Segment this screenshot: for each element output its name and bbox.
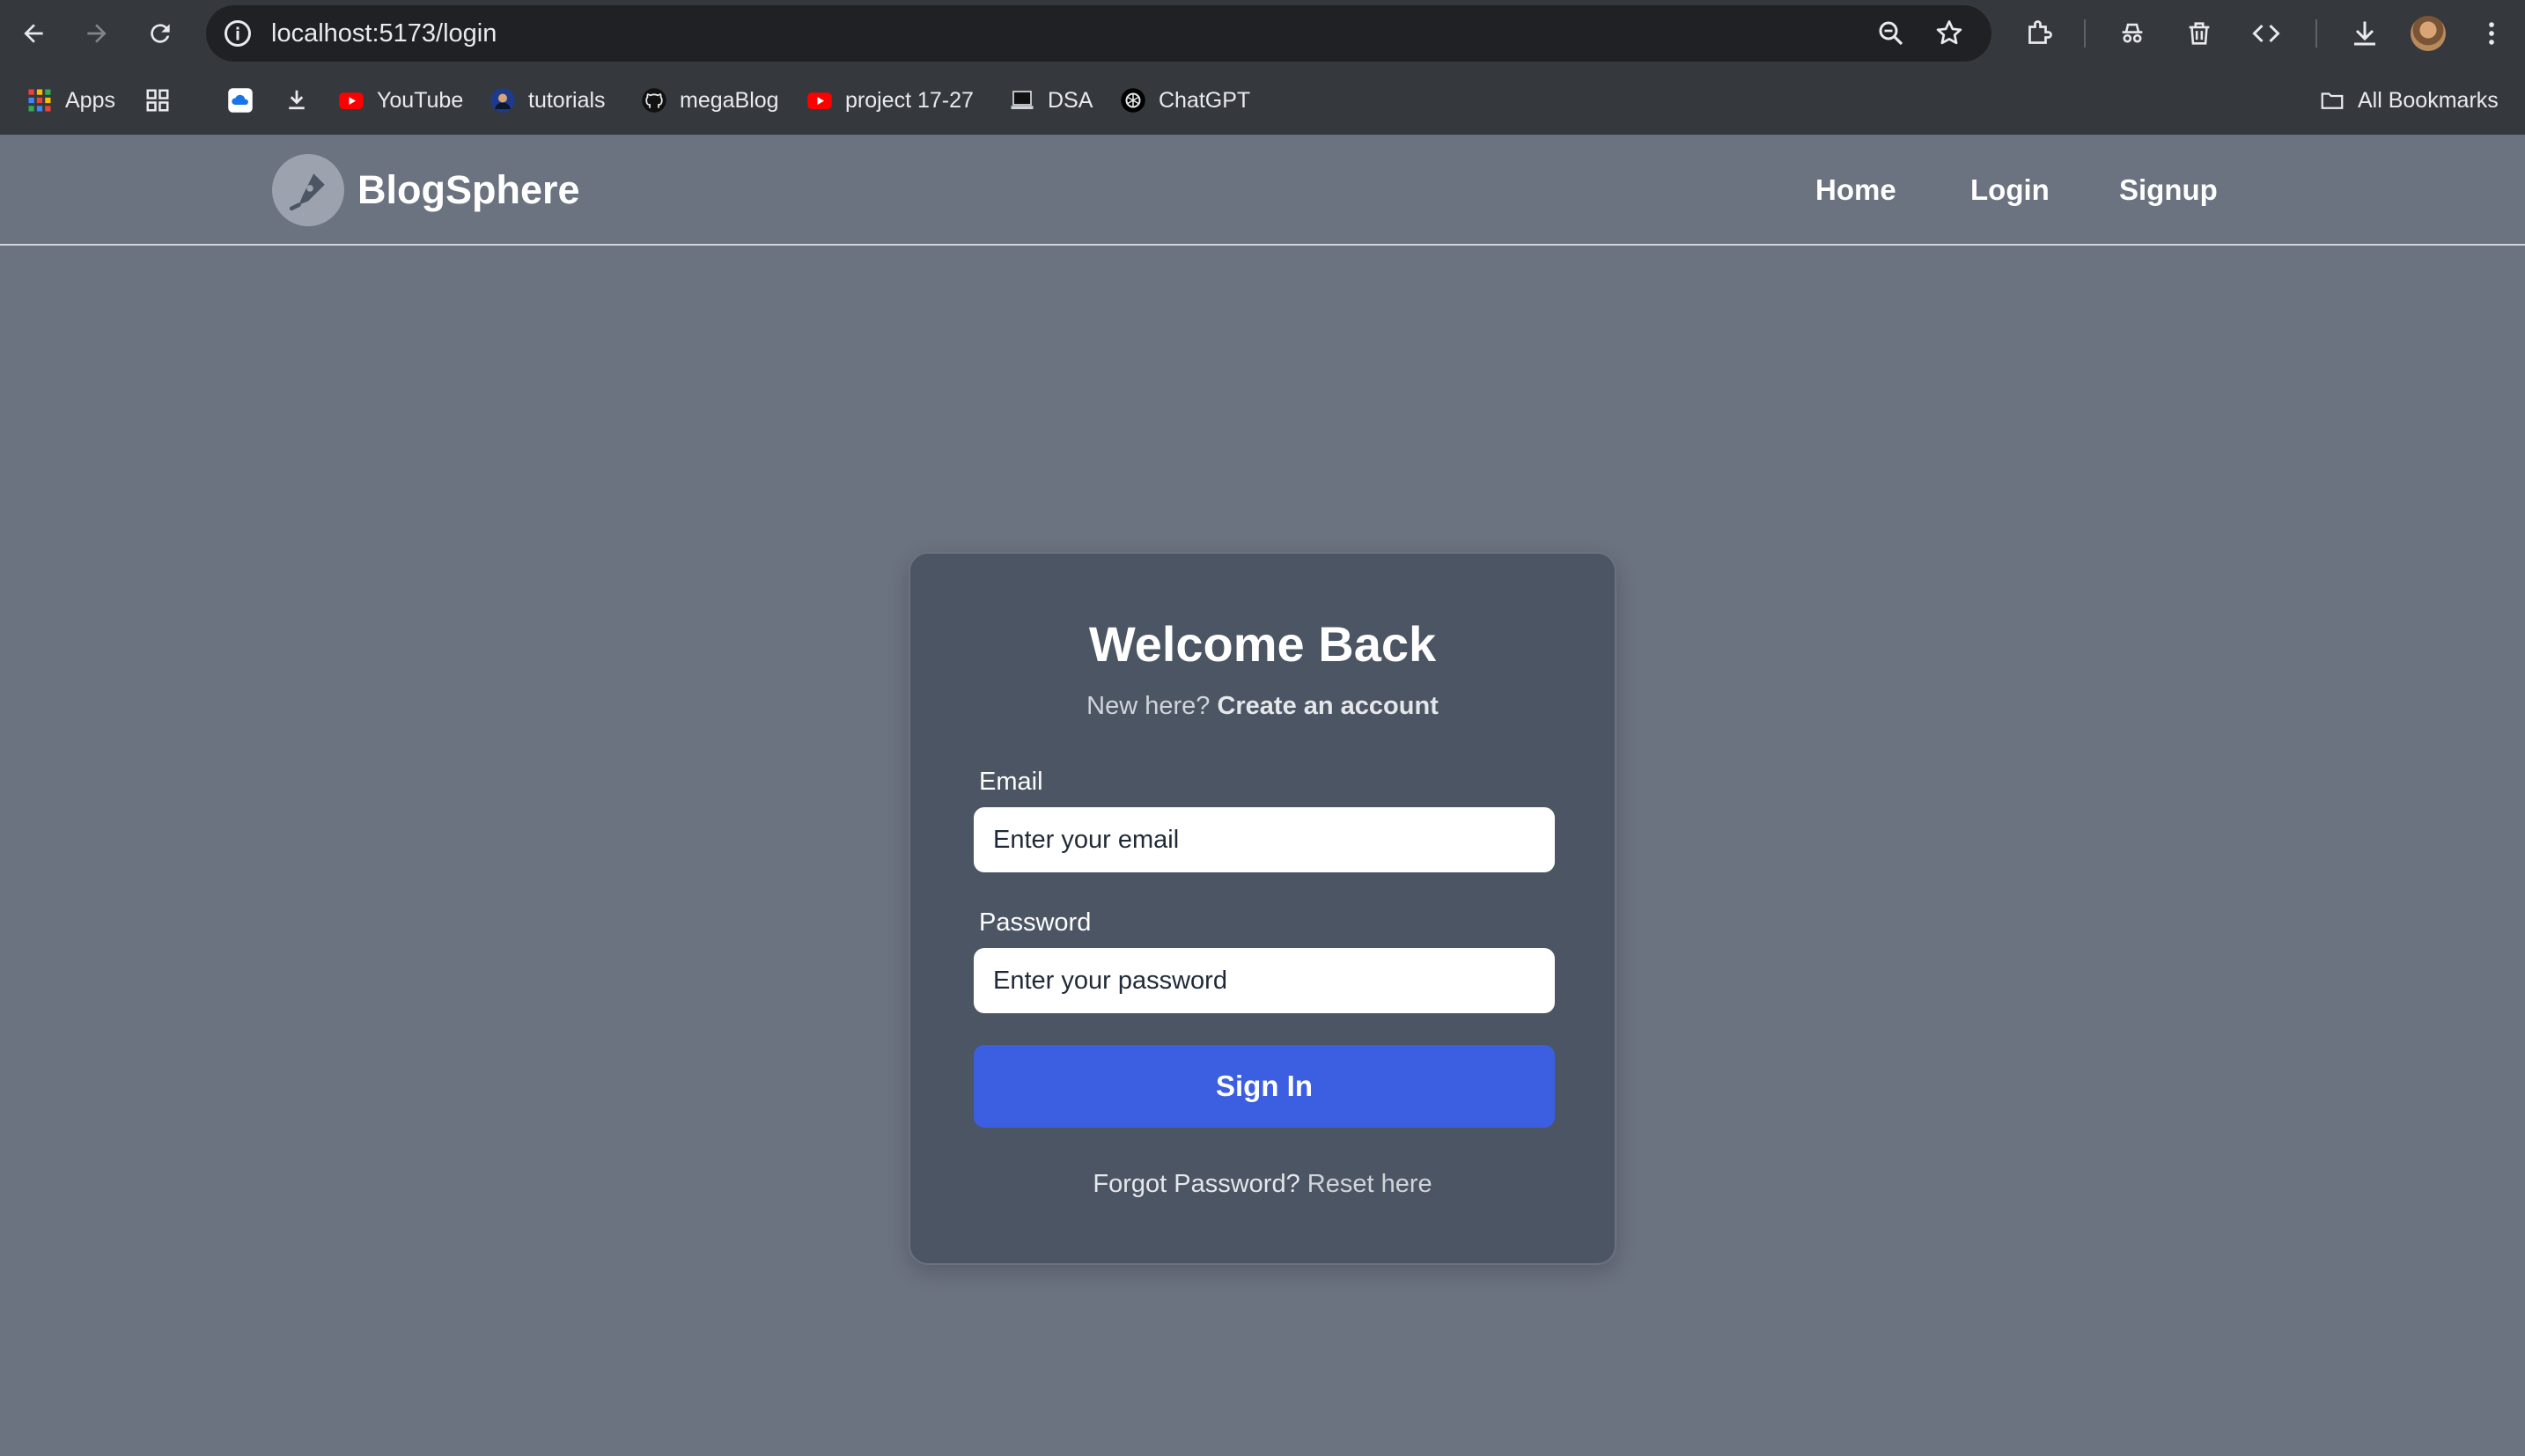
sign-in-button[interactable]: Sign In [974,1045,1555,1128]
bookmark-dsa[interactable]: DSA [1009,83,1093,118]
downloads-button[interactable] [2347,16,2382,51]
bookmark-label: DSA [1048,87,1093,113]
cloud-icon [228,88,253,113]
download-icon [2354,21,2375,46]
bookmark-label: Apps [65,87,115,113]
password-label: Password [979,908,1092,937]
bookmark-label: project 17-27 [845,87,974,113]
bookmarks-bar: Apps YouTube tutorials megaBlog project … [0,67,2525,180]
back-arrow-icon [24,24,43,43]
code-icon [2252,24,2280,43]
address-bar[interactable]: localhost:5173/login [206,5,1991,62]
reload-button[interactable] [141,14,180,53]
bookmark-chatgpt[interactable]: ChatGPT [1120,83,1250,118]
puzzle-icon [2028,20,2052,44]
apps-grid-icon [28,89,51,112]
login-subtitle: New here? Create an account [910,692,1615,721]
bookmark-megablog[interactable]: megaBlog [641,83,779,118]
extensions-button[interactable] [2021,16,2057,51]
download-icon [289,90,305,110]
tab-groups-icon [146,89,169,112]
kebab-menu-icon [2489,22,2494,45]
incognito-icon [2122,23,2143,43]
login-card: Welcome Back New here? Create an account… [909,552,1616,1265]
forward-button[interactable] [77,14,116,53]
site-info-icon[interactable] [222,18,254,49]
laptop-icon [1011,91,1034,109]
create-account-link[interactable]: Create an account [1217,692,1438,720]
all-bookmarks-label: All Bookmarks [2358,87,2499,113]
login-title: Welcome Back [1088,616,1437,672]
youtube-icon [807,92,832,109]
browser-toolbar: localhost:5173/login [0,0,2525,67]
nav-home-link[interactable]: Home [1815,166,1896,214]
chatgpt-icon [1121,88,1145,113]
bookmark-tutorials[interactable]: tutorials [490,83,606,118]
delete-button[interactable] [2182,16,2217,51]
browser-chrome: localhost:5173/login Apps YouTube tutori… [0,0,2525,180]
devtools-button[interactable] [2249,16,2284,51]
nav-signup-link[interactable]: Signup [2119,166,2218,214]
bookmark-cloud[interactable] [227,83,266,118]
all-bookmarks-button[interactable]: All Bookmarks [2319,83,2499,118]
menu-button[interactable] [2474,16,2509,51]
bookmark-project[interactable]: project 17-27 [806,83,974,118]
bookmark-apps[interactable]: Apps [26,83,115,118]
bookmark-label: YouTube [377,87,464,113]
pen-nib-icon [289,173,325,211]
toolbar-divider [2315,19,2317,48]
bookmark-label: tutorials [528,87,606,113]
reload-icon [151,24,170,43]
github-icon [642,88,666,113]
bookmark-tab-groups[interactable] [144,83,183,118]
youtube-icon [339,92,364,109]
zoom-icon[interactable] [1875,18,1907,49]
forgot-password: Forgot Password? Reset here [910,1170,1615,1199]
brand-logo[interactable] [272,154,344,226]
url-text: localhost:5173/login [271,19,497,48]
incognito-button[interactable] [2115,16,2150,51]
trash-icon [2189,22,2210,45]
bookmark-download[interactable] [283,83,322,118]
avatar-icon [490,88,515,113]
profile-avatar[interactable] [2411,16,2446,51]
back-button[interactable] [14,14,53,53]
forward-arrow-icon [87,24,107,43]
bookmark-label: ChatGPT [1159,87,1251,113]
forgot-prefix: Forgot Password? [1093,1170,1300,1198]
nav-login-link[interactable]: Login [1970,166,2050,214]
folder-icon [2321,92,2344,109]
subtitle-prefix: New here? [1086,692,1211,720]
brand-name[interactable]: BlogSphere [357,159,580,221]
site-header: BlogSphere Home Login Signup [0,135,2525,246]
bookmark-label: megaBlog [680,87,779,113]
email-field[interactable] [974,807,1555,872]
toolbar-divider [2084,19,2086,48]
password-field[interactable] [974,948,1555,1013]
bookmark-star-icon[interactable] [1933,18,1965,49]
reset-password-link[interactable]: Reset here [1307,1170,1432,1198]
bookmark-youtube[interactable]: YouTube [338,83,463,118]
email-label: Email [979,768,1043,796]
